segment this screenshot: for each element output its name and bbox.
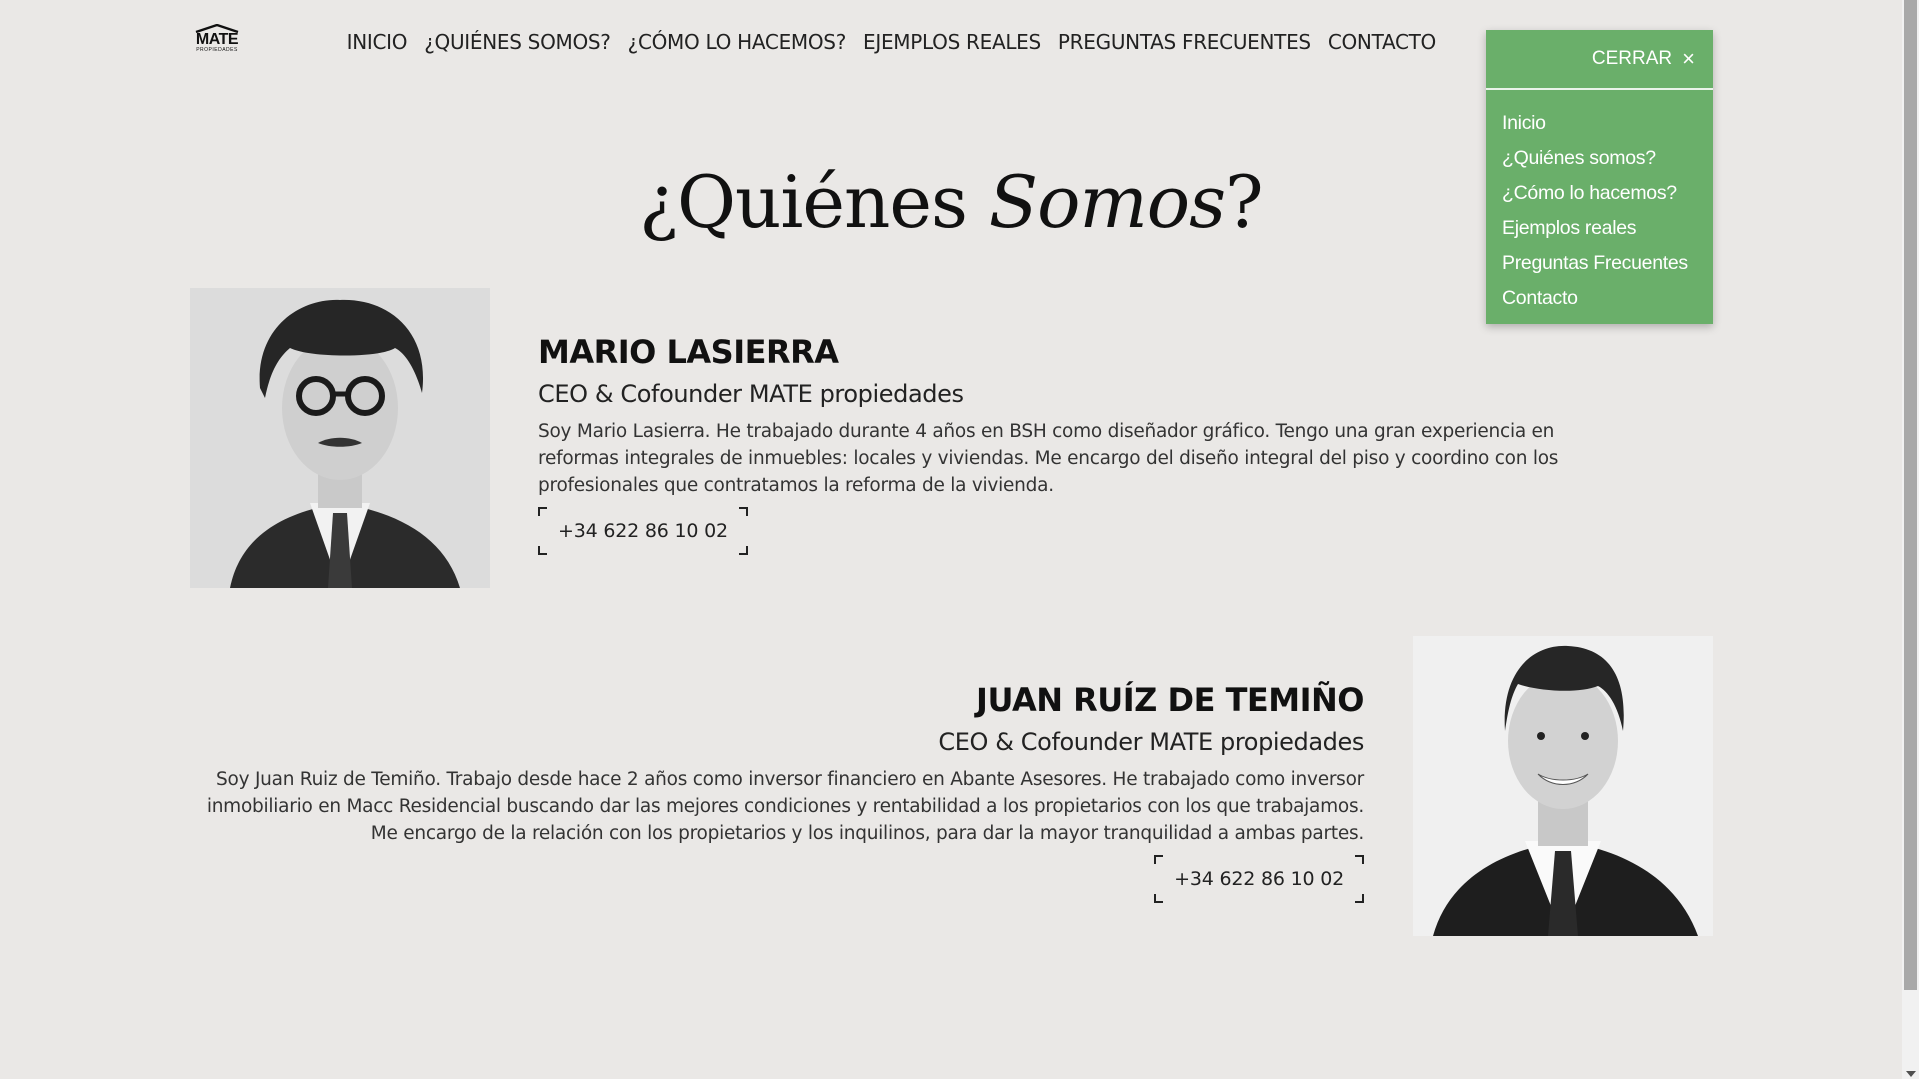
page-title-italic: Somos bbox=[988, 160, 1226, 244]
overlay-menu: CERRAR × Inicio ¿Quiénes somos? ¿Cómo lo… bbox=[1486, 30, 1713, 324]
phone-button[interactable]: +34 622 86 10 02 bbox=[538, 507, 748, 555]
person-role: CEO & Cofounder MATE propiedades bbox=[938, 728, 1364, 756]
page-scrollbar[interactable] bbox=[1902, 0, 1919, 1079]
nav-item-ejemplos-reales[interactable]: EJEMPLOS REALES bbox=[863, 26, 1041, 58]
corner-decoration bbox=[538, 546, 547, 555]
person-bio: Soy Mario Lasierra. He trabajado durante… bbox=[538, 421, 1559, 496]
person-name: JUAN RUÍZ DE TEMIÑO bbox=[976, 681, 1364, 719]
corner-decoration bbox=[738, 546, 748, 555]
close-icon: × bbox=[1682, 46, 1695, 71]
corner-decoration bbox=[538, 507, 547, 516]
person-bio: Soy Juan Ruiz de Temiño. Trabajo desde h… bbox=[206, 769, 1364, 844]
corner-decoration bbox=[1355, 855, 1364, 864]
corner-decoration bbox=[1154, 855, 1164, 864]
page-title-suffix: ? bbox=[1225, 160, 1264, 244]
menu-item-contacto[interactable]: Contacto bbox=[1502, 281, 1688, 316]
menu-list: Inicio ¿Quiénes somos? ¿Cómo lo hacemos?… bbox=[1502, 106, 1688, 316]
nav-item-inicio[interactable]: INICIO bbox=[347, 26, 408, 58]
corner-decoration bbox=[1154, 894, 1164, 903]
menu-item-preguntas-frecuentes[interactable]: Preguntas Frecuentes bbox=[1502, 246, 1688, 281]
person-role: CEO & Cofounder MATE propiedades bbox=[538, 380, 964, 408]
menu-close-label: CERRAR bbox=[1591, 48, 1673, 69]
nav-item-como-lo-hacemos[interactable]: ¿CÓMO LO HACEMOS? bbox=[628, 26, 847, 58]
nav-item-contacto[interactable]: CONTACTO bbox=[1328, 26, 1436, 58]
nav-item-preguntas-frecuentes[interactable]: PREGUNTAS FRECUENTES bbox=[1058, 26, 1311, 58]
person-card-juan: JUAN RUÍZ DE TEMIÑO CEO & Cofounder MATE… bbox=[200, 678, 1365, 903]
menu-close-button[interactable]: CERRAR × bbox=[1592, 48, 1695, 70]
menu-item-inicio[interactable]: Inicio bbox=[1502, 106, 1688, 141]
corner-decoration bbox=[738, 507, 748, 516]
menu-item-quienes-somos[interactable]: ¿Quiénes somos? bbox=[1502, 141, 1688, 176]
phone-number: +34 622 86 10 02 bbox=[1174, 868, 1344, 890]
page-title-prefix: ¿Quiénes bbox=[639, 160, 989, 244]
person-name: MARIO LASIERRA bbox=[538, 333, 839, 371]
phone-button[interactable]: +34 622 86 10 02 bbox=[1154, 855, 1364, 903]
person-photo-mario bbox=[190, 288, 490, 588]
corner-decoration bbox=[1355, 894, 1364, 903]
nav-item-quienes-somos[interactable]: ¿QUIÉNES SOMOS? bbox=[424, 26, 611, 58]
scroll-down-arrow-icon[interactable] bbox=[1906, 1071, 1916, 1077]
menu-item-ejemplos-reales[interactable]: Ejemplos reales bbox=[1502, 211, 1688, 246]
scroll-thumb[interactable] bbox=[1904, 0, 1917, 990]
person-photo-juan bbox=[1413, 636, 1713, 936]
main-nav: INICIO ¿QUIÉNES SOMOS? ¿CÓMO LO HACEMOS?… bbox=[0, 26, 1437, 58]
person-card-mario: MARIO LASIERRA CEO & Cofounder MATE prop… bbox=[538, 330, 1638, 555]
menu-item-como-lo-hacemos[interactable]: ¿Cómo lo hacemos? bbox=[1502, 176, 1688, 211]
phone-number: +34 622 86 10 02 bbox=[558, 520, 728, 542]
menu-divider bbox=[1486, 88, 1713, 90]
